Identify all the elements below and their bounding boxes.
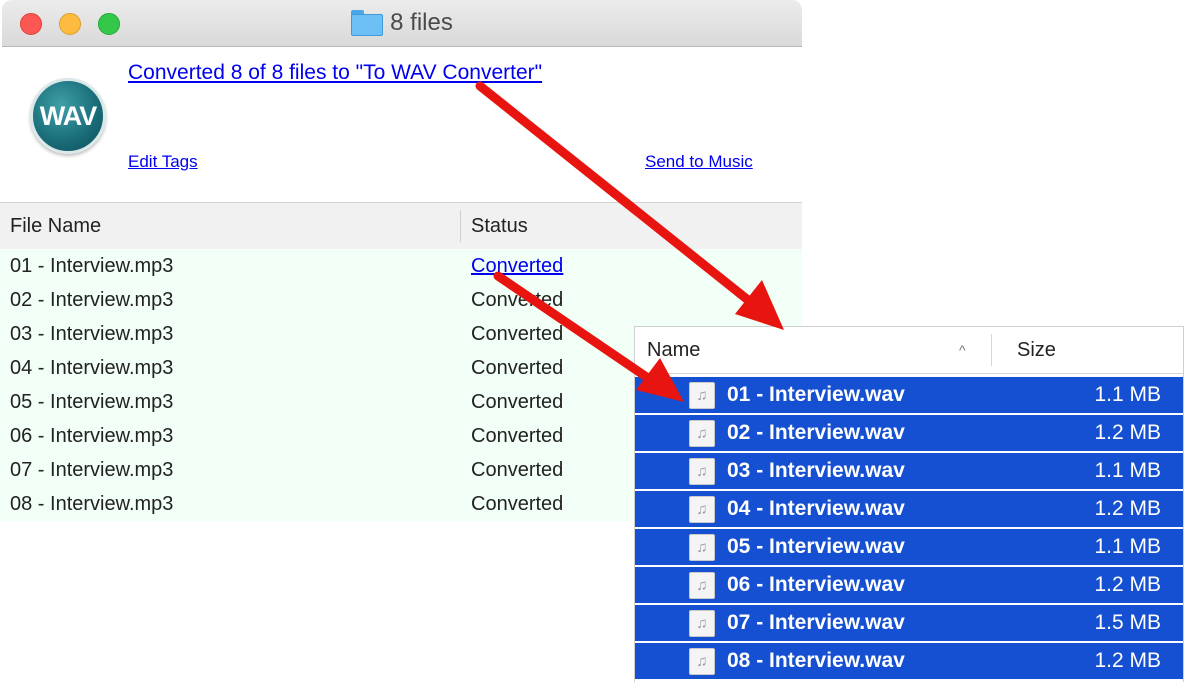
file-size: 1.2 MB — [1094, 421, 1161, 444]
list-item[interactable]: ♫ 02 - Interview.wav 1.2 MB — [635, 415, 1183, 451]
list-item[interactable]: ♫ 05 - Interview.wav 1.1 MB — [635, 529, 1183, 565]
finder-list-header: Name ^ Size — [635, 327, 1183, 374]
file-size: 1.1 MB — [1094, 459, 1161, 482]
window-title-group: 8 files — [2, 9, 802, 39]
table-row[interactable]: 02 - Interview.mp3 Converted — [0, 283, 802, 317]
file-name-cell: 06 - Interview.mp3 — [10, 425, 174, 447]
file-name: 02 - Interview.wav — [727, 421, 905, 444]
edit-tags-link[interactable]: Edit Tags — [128, 152, 198, 172]
folder-icon — [351, 10, 384, 36]
file-name: 01 - Interview.wav — [727, 383, 905, 406]
audio-file-icon: ♫ — [689, 496, 715, 523]
file-name-cell: 02 - Interview.mp3 — [10, 289, 174, 311]
file-name: 03 - Interview.wav — [727, 459, 905, 482]
column-divider — [991, 334, 992, 366]
column-header-status[interactable]: Status — [471, 203, 528, 249]
file-size: 1.5 MB — [1094, 611, 1161, 634]
finder-file-list: Name ^ Size ♫ 01 - Interview.wav 1.1 MB ♫ 02… — [634, 326, 1184, 682]
file-name-cell: 03 - Interview.mp3 — [10, 323, 174, 345]
list-item[interactable]: ♫ 06 - Interview.wav 1.2 MB — [635, 567, 1183, 603]
title-bar: 8 files — [2, 0, 802, 47]
sort-ascending-icon[interactable]: ^ — [959, 327, 966, 373]
list-item[interactable]: ♫ 08 - Interview.wav 1.2 MB — [635, 643, 1183, 679]
window-title: 8 files — [390, 9, 453, 36]
audio-file-icon: ♫ — [689, 648, 715, 675]
file-name: 05 - Interview.wav — [727, 535, 905, 558]
audio-file-icon: ♫ — [689, 572, 715, 599]
column-divider — [460, 210, 461, 242]
file-size: 1.2 MB — [1094, 649, 1161, 672]
conversion-summary-link[interactable]: Converted 8 of 8 files to "To WAV Conver… — [128, 61, 542, 85]
status-cell: Converted — [471, 357, 564, 379]
file-name: 06 - Interview.wav — [727, 573, 905, 596]
status-cell: Converted — [471, 459, 564, 481]
file-size: 1.1 MB — [1094, 383, 1161, 406]
table-row[interactable]: 01 - Interview.mp3 Converted — [0, 249, 802, 283]
list-item[interactable]: ♫ 03 - Interview.wav 1.1 MB — [635, 453, 1183, 489]
file-name-cell: 05 - Interview.mp3 — [10, 391, 174, 413]
column-header-size[interactable]: Size — [1017, 327, 1056, 373]
wav-logo: WAV — [30, 78, 106, 154]
status-cell: Converted — [471, 289, 564, 311]
audio-file-icon: ♫ — [689, 458, 715, 485]
file-name-cell: 07 - Interview.mp3 — [10, 459, 174, 481]
file-name: 07 - Interview.wav — [727, 611, 905, 634]
file-name-cell: 08 - Interview.mp3 — [10, 493, 174, 515]
file-size: 1.2 MB — [1094, 573, 1161, 596]
status-cell: Converted — [471, 323, 564, 345]
status-cell: Converted — [471, 493, 564, 515]
list-item[interactable]: ♫ 07 - Interview.wav 1.5 MB — [635, 605, 1183, 641]
status-cell: Converted — [471, 425, 564, 447]
status-link[interactable]: Converted — [471, 249, 563, 283]
audio-file-icon: ♫ — [689, 534, 715, 561]
status-cell: Converted — [471, 391, 564, 413]
audio-file-icon: ♫ — [689, 420, 715, 447]
list-item[interactable]: ♫ 04 - Interview.wav 1.2 MB — [635, 491, 1183, 527]
audio-file-icon: ♫ — [689, 382, 715, 409]
list-item[interactable]: ♫ 01 - Interview.wav 1.1 MB — [635, 377, 1183, 413]
file-name: 08 - Interview.wav — [727, 649, 905, 672]
file-name: 04 - Interview.wav — [727, 497, 905, 520]
file-name-cell: 01 - Interview.mp3 — [10, 255, 174, 277]
file-size: 1.1 MB — [1094, 535, 1161, 558]
send-to-music-link[interactable]: Send to Music — [645, 152, 753, 172]
column-header-file-name[interactable]: File Name — [10, 203, 101, 249]
file-name-cell: 04 - Interview.mp3 — [10, 357, 174, 379]
file-size: 1.2 MB — [1094, 497, 1161, 520]
audio-file-icon: ♫ — [689, 610, 715, 637]
column-header-name[interactable]: Name — [647, 327, 700, 373]
file-table-header: File Name Status — [0, 202, 802, 250]
